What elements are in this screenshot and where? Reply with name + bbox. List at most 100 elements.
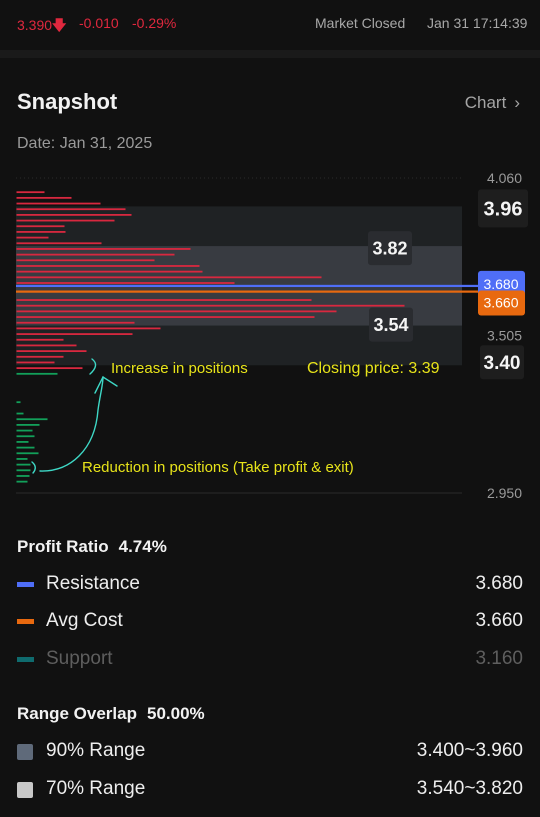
annotation-reduction: Reduction in positions (Take profit & ex… <box>82 459 354 476</box>
profit-ratio-label: Profit Ratio <box>17 537 109 556</box>
profit-bar <box>16 231 66 233</box>
loss-bar <box>16 480 28 483</box>
price-value: 3.390 <box>17 17 53 33</box>
loss-bar <box>16 458 28 460</box>
profit-bar <box>16 213 132 216</box>
legend-90-range: 90% Range 3.400~3.960 <box>17 740 523 764</box>
timestamp: Jan 31 17:14:39 <box>427 15 528 31</box>
loss-bar <box>16 469 31 472</box>
profit-bar <box>16 191 45 194</box>
legend-value: 3.680 <box>475 573 523 594</box>
profit-bar <box>16 276 322 279</box>
loss-bar <box>16 463 31 466</box>
snapshot-date: Date: Jan 31, 2025 <box>17 135 153 152</box>
range90-high-label: 3.96 <box>484 199 523 221</box>
avg-cost-label: 3.660 <box>483 295 518 311</box>
axis-tick-label: 4.060 <box>487 170 522 186</box>
profit-bar <box>16 333 133 335</box>
profit-bar <box>16 321 135 324</box>
profit-bar <box>16 265 200 267</box>
range90-swatch <box>17 744 33 760</box>
range70-low-label: 3.54 <box>373 315 408 335</box>
profit-bar <box>16 282 235 284</box>
range-overlap: Range Overlap 50.00% <box>17 704 205 724</box>
profit-bar <box>16 270 203 273</box>
profit-ratio: Profit Ratio 4.74% <box>17 537 167 557</box>
loss-bar <box>16 429 33 432</box>
annotation-closing-price: Closing price: 3.39 <box>307 360 440 377</box>
profit-bar <box>16 344 77 347</box>
loss-bar <box>16 372 58 375</box>
resistance-swatch <box>17 582 34 587</box>
profit-bar <box>16 219 115 222</box>
profit-bar <box>16 316 315 318</box>
loss-bar <box>16 435 35 438</box>
range90-low-label: 3.40 <box>484 353 521 374</box>
chevron-right-icon: › <box>514 93 520 112</box>
profit-bar <box>16 355 64 358</box>
legend-70-range: 70% Range 3.540~3.820 <box>17 778 523 802</box>
chart-link[interactable]: Chart › <box>465 93 520 113</box>
loss-bar <box>16 412 24 415</box>
profit-bar <box>16 338 64 341</box>
profit-ratio-value: 4.74% <box>118 537 167 556</box>
chart-link-label: Chart <box>464 93 507 112</box>
loss-bar <box>16 475 30 477</box>
ticker-change-pct: -0.29% <box>132 15 177 31</box>
arrow-down-icon: 🡇 <box>52 17 67 33</box>
arrow-head-icon <box>94 375 118 394</box>
legend-label: Resistance <box>46 573 140 594</box>
profit-bar <box>16 327 161 330</box>
legend-value: 3.400~3.960 <box>416 740 523 761</box>
ticker-price: 3.390🡇 <box>17 15 66 39</box>
legend-label: 90% Range <box>46 740 146 761</box>
divider <box>0 50 540 58</box>
legend-value: 3.540~3.820 <box>416 778 523 799</box>
legend-value: 3.160 <box>475 648 523 669</box>
legend-value: 3.660 <box>475 610 523 631</box>
axis-tick-label: 2.950 <box>487 485 522 501</box>
profit-bar <box>16 361 55 364</box>
avg-cost-line <box>16 290 480 293</box>
page-title: Snapshot <box>17 89 118 114</box>
legend-support: Support 3.160 <box>17 648 523 672</box>
profit-bar <box>16 259 155 262</box>
range-overlap-label: Range Overlap <box>17 704 137 723</box>
annotation-increase: Increase in positions <box>111 360 248 377</box>
legend-avg-cost: Avg Cost 3.660 <box>17 610 523 634</box>
profit-bar <box>16 248 191 250</box>
profit-bar <box>16 196 72 199</box>
profit-bar <box>16 202 101 205</box>
support-swatch <box>17 657 34 662</box>
loss-bar <box>16 446 35 449</box>
profit-bar <box>16 304 405 307</box>
profit-bar <box>16 236 49 239</box>
resistance-line <box>16 284 480 288</box>
loss-bar <box>16 418 48 421</box>
chip-distribution-chart: 4.060 3.505 2.950 3.96 3.40 3.82 3.54 3.680 3.66… <box>16 170 528 501</box>
ticker-change: -0.010 <box>79 15 119 31</box>
range70-high-label: 3.82 <box>372 239 407 259</box>
legend-label: Avg Cost <box>46 610 123 631</box>
resistance-label: 3.680 <box>483 276 518 292</box>
legend-label: 70% Range <box>46 778 146 799</box>
range-overlap-value: 50.00% <box>147 704 205 723</box>
profit-bar <box>16 299 312 301</box>
profit-bar <box>16 208 126 211</box>
loss-bar <box>16 441 29 443</box>
legend-label: Support <box>46 648 113 669</box>
profit-bar <box>16 242 102 245</box>
loss-bar <box>16 452 39 455</box>
axis-tick-label: 3.505 <box>487 328 522 344</box>
market-status: Market Closed <box>315 15 406 31</box>
profit-bar <box>16 310 337 313</box>
avg-cost-swatch <box>17 619 34 624</box>
range70-swatch <box>17 782 33 798</box>
legend-resistance: Resistance 3.680 <box>17 573 523 597</box>
arrow-curve-icon <box>39 376 104 472</box>
profit-bar <box>16 367 83 370</box>
profit-bar <box>16 225 65 228</box>
loss-bar <box>16 401 21 404</box>
profit-bar <box>16 253 175 256</box>
bracket-icon <box>31 461 36 474</box>
